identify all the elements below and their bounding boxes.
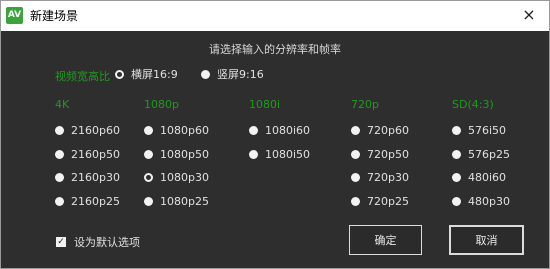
group-label: 1080p bbox=[144, 98, 179, 111]
resolution-radio[interactable]: 480p30 bbox=[452, 194, 510, 208]
resolution-radio[interactable]: 576i50 bbox=[452, 123, 506, 137]
title-bar: AV 新建场景 × bbox=[1, 1, 549, 31]
page-title: 请选择输入的分辨率和帧率 bbox=[209, 43, 341, 56]
radio-label: 竖屏9:16 bbox=[217, 68, 264, 81]
radio-unchecked-icon bbox=[452, 172, 461, 182]
radio-label: 2160p30 bbox=[71, 170, 120, 184]
radio-unchecked-icon bbox=[55, 172, 64, 182]
resolution-radio[interactable]: 2160p50 bbox=[55, 147, 120, 161]
radio-unchecked-icon bbox=[452, 196, 461, 206]
resolution-radio[interactable]: 1080i60 bbox=[249, 123, 310, 137]
group-label: 4K bbox=[55, 98, 70, 111]
window-title: 新建场景 bbox=[30, 9, 79, 23]
radio-label: 2160p25 bbox=[71, 194, 120, 208]
radio-label: 720p30 bbox=[367, 170, 409, 184]
radio-label: 1080p25 bbox=[160, 194, 209, 208]
radio-label: 1080p30 bbox=[160, 170, 209, 184]
radio-label: 576p25 bbox=[468, 147, 510, 161]
resolution-radio[interactable]: 576p25 bbox=[452, 147, 510, 161]
resolution-radio[interactable]: 720p50 bbox=[351, 147, 409, 161]
radio-unchecked-icon bbox=[452, 149, 461, 159]
group-label: SD(4:3) bbox=[452, 98, 494, 111]
radio-label: 480p30 bbox=[468, 194, 510, 208]
radio-label: 720p50 bbox=[367, 147, 409, 161]
radio-label: 2160p60 bbox=[71, 123, 120, 137]
radio-unchecked-icon bbox=[351, 125, 360, 135]
close-icon[interactable]: × bbox=[519, 5, 539, 25]
radio-label: 480i60 bbox=[468, 170, 507, 184]
radio-label: 576i50 bbox=[468, 123, 507, 137]
radio-unchecked-icon bbox=[351, 196, 360, 206]
radio-unchecked-icon bbox=[55, 149, 64, 159]
resolution-radio[interactable]: 720p60 bbox=[351, 123, 409, 137]
group-label: 1080i bbox=[249, 98, 281, 111]
radio-unchecked-icon bbox=[144, 149, 153, 159]
radio-checked-icon bbox=[115, 69, 124, 79]
resolution-radio[interactable]: 480i60 bbox=[452, 170, 506, 184]
radio-unchecked-icon bbox=[351, 172, 360, 182]
resolution-radio[interactable]: 2160p25 bbox=[55, 194, 120, 208]
radio-label: 1080p50 bbox=[160, 147, 209, 161]
resolution-radio[interactable]: 1080i50 bbox=[249, 147, 310, 161]
checkbox-label: 设为默认选项 bbox=[74, 236, 140, 249]
radio-unchecked-icon bbox=[249, 125, 258, 135]
radio-unchecked-icon bbox=[55, 125, 64, 135]
radio-checked-icon bbox=[144, 172, 153, 182]
radio-label: 1080i50 bbox=[265, 147, 311, 161]
radio-unchecked-icon bbox=[351, 149, 360, 159]
radio-label: 1080i60 bbox=[265, 123, 311, 137]
aspect-ratio-label: 视频宽高比 bbox=[55, 70, 110, 83]
radio-label: 720p25 bbox=[367, 194, 409, 208]
aspect-portrait-radio[interactable]: 竖屏9:16 bbox=[201, 67, 264, 81]
checkbox-checked-icon: ✓ bbox=[56, 237, 66, 247]
radio-unchecked-icon bbox=[452, 125, 461, 135]
radio-unchecked-icon bbox=[201, 69, 210, 79]
ok-button[interactable]: 确定 bbox=[349, 225, 422, 255]
group-label: 720p bbox=[351, 98, 379, 111]
resolution-radio[interactable]: 1080p50 bbox=[144, 147, 209, 161]
app-logo-icon: AV bbox=[6, 7, 23, 24]
resolution-radio[interactable]: 1080p30 bbox=[144, 170, 209, 184]
new-scene-dialog: AV 新建场景 × 请选择输入的分辨率和帧率 视频宽高比 横屏16:9 竖屏9:… bbox=[0, 0, 550, 269]
radio-label: 1080p60 bbox=[160, 123, 209, 137]
cancel-button[interactable]: 取消 bbox=[449, 225, 524, 255]
resolution-radio[interactable]: 1080p60 bbox=[144, 123, 209, 137]
resolution-radio[interactable]: 1080p25 bbox=[144, 194, 209, 208]
resolution-radio[interactable]: 720p30 bbox=[351, 170, 409, 184]
radio-label: 2160p50 bbox=[71, 147, 120, 161]
radio-unchecked-icon bbox=[249, 149, 258, 159]
resolution-radio[interactable]: 2160p30 bbox=[55, 170, 120, 184]
radio-label: 720p60 bbox=[367, 123, 409, 137]
resolution-radio[interactable]: 720p25 bbox=[351, 194, 409, 208]
dialog-body: 请选择输入的分辨率和帧率 视频宽高比 横屏16:9 竖屏9:16 4K 2160p… bbox=[1, 31, 549, 268]
radio-unchecked-icon bbox=[55, 196, 64, 206]
radio-label: 横屏16:9 bbox=[131, 68, 178, 81]
resolution-radio[interactable]: 2160p60 bbox=[55, 123, 120, 137]
radio-unchecked-icon bbox=[144, 196, 153, 206]
set-default-checkbox[interactable]: ✓ 设为默认选项 bbox=[56, 234, 140, 250]
aspect-landscape-radio[interactable]: 横屏16:9 bbox=[115, 67, 178, 81]
radio-unchecked-icon bbox=[144, 125, 153, 135]
